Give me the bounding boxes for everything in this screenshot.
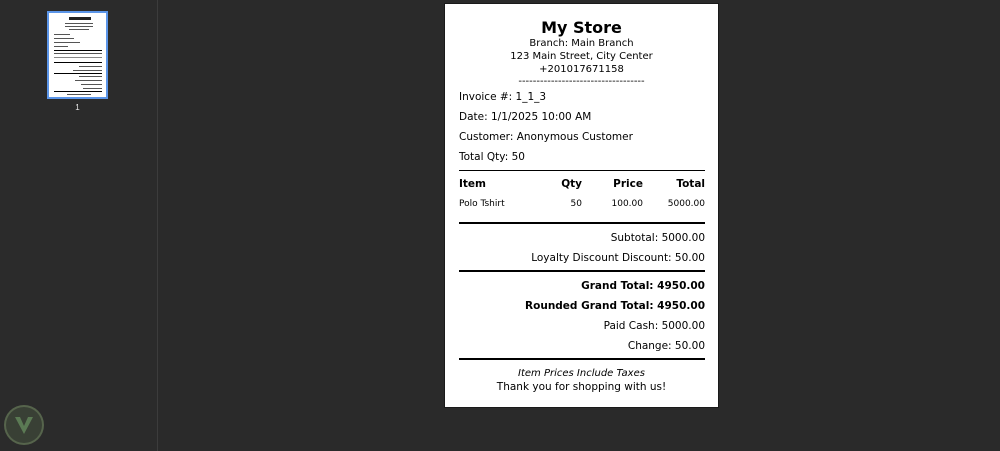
watermark-v-icon [15,417,33,434]
thumbnail-line [79,66,102,67]
thumbnail-line [54,53,102,54]
thumbnail-rule [54,73,102,74]
thank-you-message: Thank you for shopping with us! [496,381,667,393]
thumbnail-rule [54,91,102,92]
thumbnail-rule [54,62,102,63]
table-bottom-rule [459,222,705,224]
item-name: Polo Tshirt [459,199,505,209]
item-qty: 50 [570,199,582,209]
receipt-page: My Store Branch: Main Branch 123 Main St… [445,4,718,407]
thumbnail-line [75,80,102,81]
thumbnail-title-mark [69,17,91,20]
table-top-rule [459,170,705,171]
paid-cash: Paid Cash: 5000.00 [603,320,705,332]
thumbnail-line [65,26,93,27]
footer-rule [459,358,705,360]
item-total: 5000.00 [667,199,705,209]
tax-note: Item Prices Include Taxes [518,368,645,379]
loyalty-discount: Loyalty Discount Discount: 50.00 [531,252,705,264]
invoice-date: Date: 1/1/2025 10:00 AM [459,111,592,123]
subtotal: Subtotal: 5000.00 [610,232,705,244]
thumbnail-line [54,46,68,47]
thumbnail-line [79,76,102,77]
header-separator: ----------------------------------- [518,76,645,87]
thumbnail-page-number: 1 [75,103,80,112]
thumbnail-rule [54,50,102,51]
rounded-grand-total: Rounded Grand Total: 4950.00 [525,300,705,312]
page-thumbnail[interactable] [47,11,108,99]
invoice-number: Invoice #: 1_1_3 [459,91,547,103]
item-price: 100.00 [611,199,644,209]
thumbnail-line [69,29,89,30]
branch-name: Branch: Main Branch [529,38,634,49]
column-header-qty: Qty [561,178,582,190]
thumbnail-line [54,34,70,35]
thumbnail-line [83,88,102,89]
thumbnail-line [65,23,93,24]
total-quantity: Total Qty: 50 [459,151,525,163]
store-name: My Store [541,18,622,37]
thumbnail-sidebar: 1 [0,0,158,451]
store-phone: +201017671158 [539,64,624,75]
column-header-item: Item [459,178,486,190]
column-header-price: Price [613,178,643,190]
thumbnail-line [54,42,80,43]
grand-total: Grand Total: 4950.00 [581,280,705,292]
customer-name: Customer: Anonymous Customer [459,131,633,143]
change-amount: Change: 50.00 [627,340,705,352]
store-address: 123 Main Street, City Center [510,51,653,62]
thumbnail-line [54,57,102,58]
thumbnail-line [54,38,74,39]
thumbnail-line [67,94,91,95]
totals-rule [459,270,705,272]
watermark-logo [4,405,44,445]
thumbnail-line [73,70,102,71]
column-header-total: Total [676,178,705,190]
thumbnail-line [81,84,102,85]
